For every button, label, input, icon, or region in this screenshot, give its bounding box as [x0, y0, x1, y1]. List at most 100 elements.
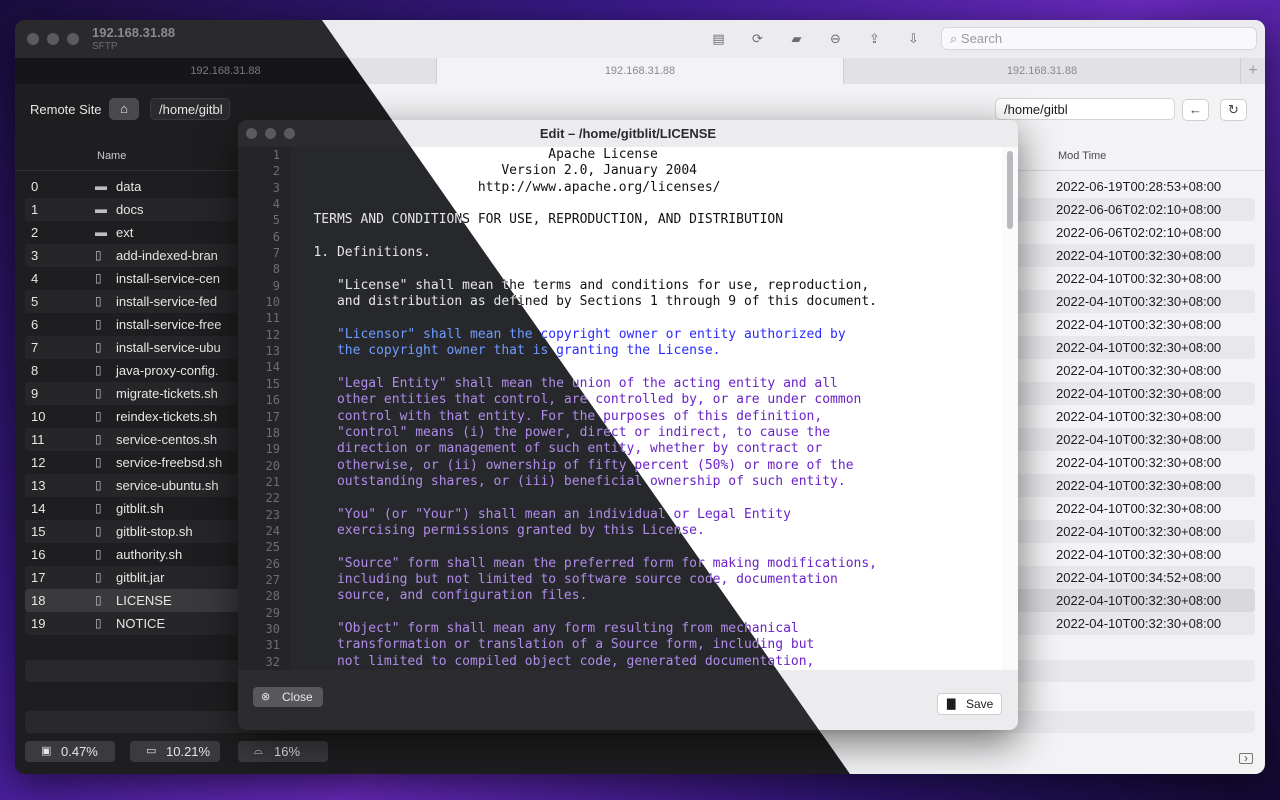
upload-icon[interactable]: ⇪ — [866, 30, 883, 47]
row-index: 19 — [31, 616, 46, 631]
window-controls — [27, 33, 79, 45]
file-name: service-freebsd.sh — [116, 455, 223, 470]
editor-zoom-dot[interactable] — [284, 128, 295, 139]
file-mod-time: 2022-04-10T00:32:30+08:00 — [1056, 294, 1222, 309]
close-window-button[interactable] — [27, 33, 39, 45]
search-icon: ⌕ — [950, 31, 958, 46]
line-number: 28 — [265, 589, 280, 604]
line-number: 29 — [265, 605, 280, 620]
back-button[interactable]: ← — [1182, 99, 1209, 121]
folder-icon: ▬ — [95, 225, 107, 239]
file-icon: ▯ — [95, 570, 102, 584]
line-number: 32 — [265, 654, 280, 669]
row-index: 7 — [31, 340, 39, 355]
line-number: 12 — [265, 327, 280, 342]
add-tab-button[interactable]: + — [1241, 58, 1265, 84]
row-index: 3 — [31, 248, 39, 263]
window-subtitle: SFTP — [92, 41, 118, 52]
editor-minimize-dot[interactable] — [265, 128, 276, 139]
row-index: 1 — [31, 202, 39, 217]
remote-path-field[interactable]: /home/gitbl — [150, 98, 230, 120]
line-number: 30 — [265, 621, 280, 636]
file-name: LICENSE — [116, 593, 172, 608]
line-number: 20 — [265, 458, 280, 473]
file-mod-time: 2022-04-10T00:32:30+08:00 — [1056, 593, 1222, 608]
line-number: 21 — [265, 474, 280, 489]
file-icon: ▯ — [95, 271, 102, 285]
file-icon: ▯ — [95, 317, 102, 331]
row-index: 16 — [31, 547, 46, 562]
tab-session-2[interactable]: 192.168.31.88 — [437, 58, 844, 84]
file-name: install-service-free — [116, 317, 222, 332]
save-button[interactable]: ▇Save — [937, 693, 1002, 715]
search-placeholder: Search — [960, 31, 1003, 46]
file-name: docs — [116, 202, 144, 217]
server-icon[interactable]: ▤ — [710, 30, 727, 47]
file-icon: ▯ — [95, 386, 102, 400]
line-number: 14 — [265, 360, 280, 375]
row-index: 12 — [31, 455, 46, 470]
file-name: java-proxy-config. — [116, 363, 219, 378]
column-header-mod-time[interactable]: Mod Time — [1058, 150, 1106, 162]
file-mod-time: 2022-04-10T00:32:30+08:00 — [1056, 317, 1222, 332]
toolbar: ▤ ⟳ ▰ ⊖ ⇪ ⇩ — [710, 30, 922, 47]
line-number: 1 — [272, 148, 280, 162]
column-header-name[interactable]: Name — [97, 150, 126, 162]
file-icon: ▯ — [95, 340, 102, 354]
refresh-button[interactable]: ↻ — [1220, 99, 1247, 121]
row-index: 11 — [31, 432, 45, 447]
file-icon: ▯ — [95, 294, 102, 308]
file-icon: ▯ — [95, 524, 102, 538]
sync-icon[interactable]: ⟳ — [749, 30, 766, 47]
new-folder-icon[interactable]: ▰ — [788, 30, 805, 47]
line-number: 22 — [265, 491, 280, 506]
save-icon: ▇ — [947, 698, 956, 710]
file-name: install-service-ubu — [116, 340, 221, 355]
row-index: 17 — [31, 570, 46, 585]
terminal-icon[interactable]: › — [1239, 752, 1253, 764]
file-mod-time: 2022-04-10T00:32:30+08:00 — [1056, 340, 1222, 355]
file-icon: ▯ — [95, 547, 102, 561]
row-index: 10 — [31, 409, 46, 424]
disk-status: ⌓16% — [238, 741, 328, 762]
close-button[interactable]: ⊗Close — [253, 687, 323, 707]
remote-path-field[interactable]: /home/gitbl — [995, 98, 1175, 120]
remote-site-label: Remote Site — [30, 102, 102, 117]
download-icon[interactable]: ⇩ — [905, 30, 922, 47]
line-number: 18 — [265, 425, 280, 440]
editor-close-dot[interactable] — [246, 128, 257, 139]
line-number: 31 — [265, 638, 280, 653]
file-name: install-service-fed — [116, 294, 218, 309]
row-index: 18 — [31, 593, 46, 608]
line-number: 2 — [272, 164, 280, 179]
editor-window-controls — [246, 128, 295, 139]
row-index: 9 — [31, 386, 39, 401]
file-mod-time: 2022-04-10T00:32:30+08:00 — [1056, 432, 1222, 447]
file-mod-time: 2022-04-10T00:32:30+08:00 — [1056, 271, 1222, 286]
file-mod-time: 2022-04-10T00:32:30+08:00 — [1056, 386, 1222, 401]
file-icon: ▯ — [95, 616, 102, 630]
file-name: reindex-tickets.sh — [116, 409, 218, 424]
home-icon: ⌂ — [120, 101, 128, 116]
line-number: 26 — [265, 556, 280, 571]
file-mod-time: 2022-04-10T00:32:30+08:00 — [1056, 363, 1222, 378]
home-button[interactable]: ⌂ — [109, 98, 139, 120]
tab-session-3[interactable]: 192.168.31.88 — [844, 58, 1241, 84]
row-index: 0 — [31, 179, 39, 194]
close-circle-icon: ⊗ — [261, 691, 271, 703]
minimize-window-button[interactable] — [47, 33, 59, 45]
file-icon: ▯ — [95, 593, 102, 607]
file-icon: ▯ — [95, 432, 102, 446]
zoom-window-button[interactable] — [67, 33, 79, 45]
file-mod-time: 2022-04-10T00:32:30+08:00 — [1056, 455, 1222, 470]
file-name: gitblit-stop.sh — [116, 524, 193, 539]
editor-scrollbar[interactable] — [1002, 147, 1018, 670]
line-number: 16 — [265, 393, 280, 408]
line-number: 5 — [272, 213, 280, 228]
scroll-thumb[interactable] — [1007, 151, 1013, 229]
window-title: 192.168.31.88 — [92, 25, 176, 40]
sftp-window: 192.168.31.88 SFTP ▤ ⟳ ▰ ⊖ ⇪ ⇩ ⌕ Search … — [15, 20, 1265, 774]
search-input[interactable]: ⌕ Search — [941, 27, 1257, 50]
remove-icon[interactable]: ⊖ — [827, 30, 844, 47]
folder-icon: ▬ — [95, 179, 107, 193]
